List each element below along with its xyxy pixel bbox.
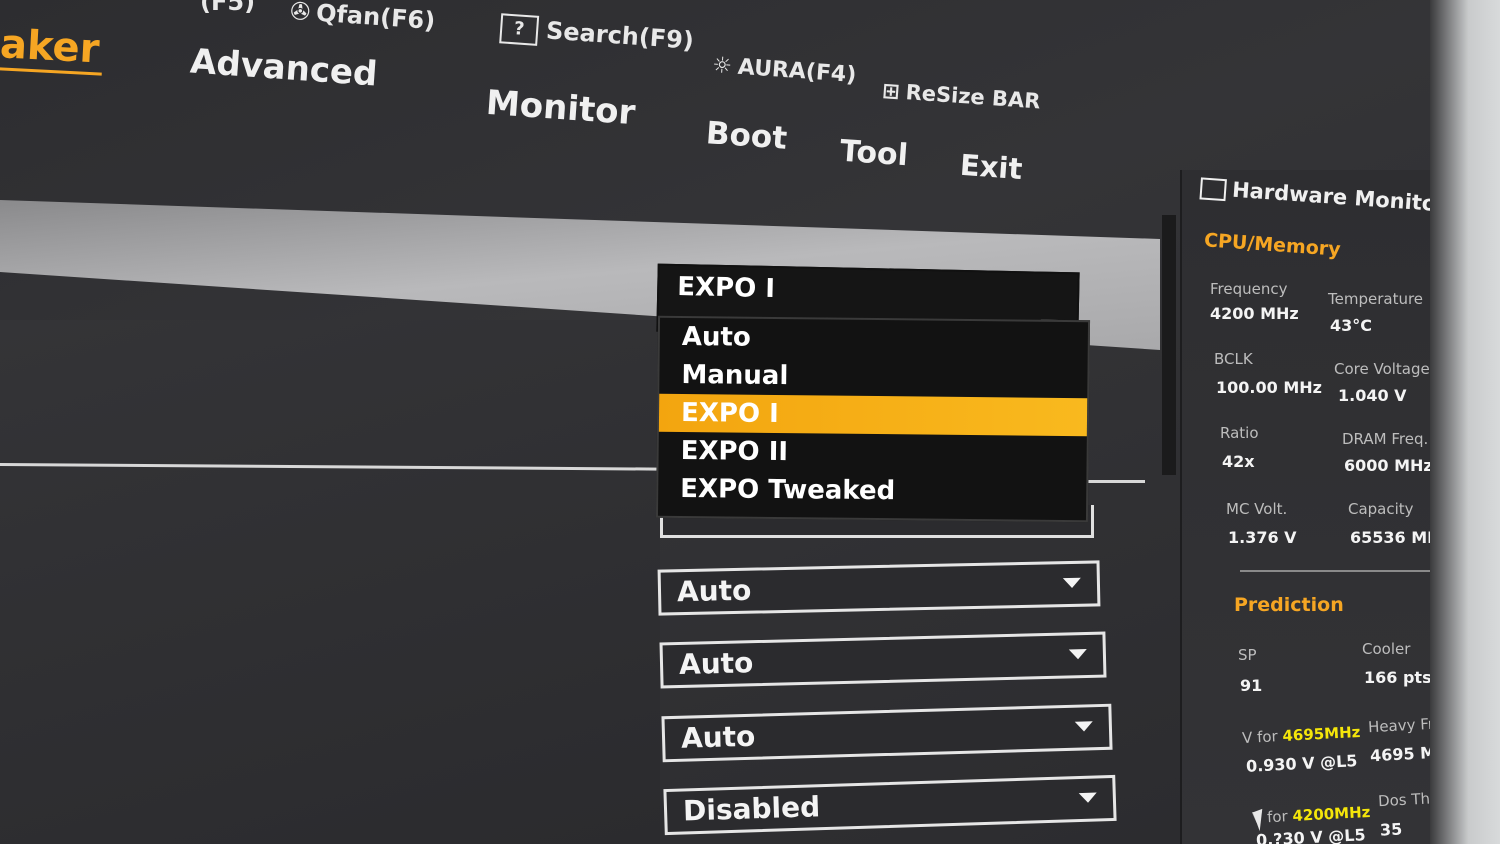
prediction-heading: Prediction xyxy=(1234,594,1344,616)
hotkey-resize-bar[interactable]: ⊞ ReSize BAR xyxy=(881,78,1041,113)
resize-bar-icon: ⊞ xyxy=(881,78,901,104)
hw-value-v-for-heavy: 0.930 V @L5 xyxy=(1245,751,1358,776)
hw-value-mc-volt: 1.376 V xyxy=(1228,528,1297,547)
memory-profile-options: Auto Manual EXPO I EXPO II EXPO Tweaked xyxy=(655,315,1091,523)
hw-divider xyxy=(1240,570,1430,572)
hw-value-frequency: 4200 MHz xyxy=(1210,304,1299,323)
tab-advanced[interactable]: Advanced xyxy=(189,42,379,95)
chevron-down-icon xyxy=(1062,577,1082,589)
chevron-down-icon xyxy=(1074,721,1094,732)
monitor-bezel xyxy=(1430,0,1500,844)
divider xyxy=(1085,480,1145,483)
aura-lights-icon: ☼ xyxy=(711,52,733,80)
hw-value-temperature: 43°C xyxy=(1330,316,1373,335)
fan-icon: ✇ xyxy=(289,0,312,27)
hotkey-qfan[interactable]: ✇ Qfan(F6) xyxy=(289,0,436,35)
help-box-icon: ? xyxy=(499,13,540,46)
brand-logo-text: aker xyxy=(0,21,105,76)
hw-label-heavy-freq: Heavy Freq xyxy=(1367,713,1430,737)
hw-label-ratio: Ratio xyxy=(1220,424,1259,442)
tab-boot[interactable]: Boot xyxy=(705,115,788,157)
option-auto[interactable]: Auto xyxy=(660,318,1088,360)
option-manual[interactable]: Manual xyxy=(659,356,1087,398)
hotkey-aura[interactable]: ☼ AURA(F4) xyxy=(711,53,857,88)
hw-value-dos-thresh: 35 xyxy=(1379,819,1403,840)
hw-value-sp: 91 xyxy=(1240,676,1263,695)
hw-value-bclk: 100.00 MHz xyxy=(1216,378,1322,397)
tab-exit[interactable]: Exit xyxy=(959,148,1024,186)
hotkey-search[interactable]: ? Search(F9) xyxy=(499,13,695,56)
hw-label-mc-volt: MC Volt. xyxy=(1226,500,1288,518)
settings-panel xyxy=(0,320,660,844)
monitor-icon xyxy=(1199,177,1227,202)
option-expo-tweaked[interactable]: EXPO Tweaked xyxy=(658,470,1086,512)
bios-screen: (F5) ✇ Qfan(F6) ? Search(F9) ☼ AURA(F4) ⊞ Re… xyxy=(0,0,1430,844)
tab-tool[interactable]: Tool xyxy=(839,134,909,174)
hw-value-ratio: 42x xyxy=(1222,452,1255,471)
cpu-memory-heading: CPU/Memory xyxy=(1203,229,1342,261)
hw-label-sp: SP xyxy=(1238,646,1257,664)
hw-value-core-voltage: 1.040 V xyxy=(1338,386,1407,405)
scrollbar-track[interactable] xyxy=(1162,215,1176,475)
chevron-down-icon xyxy=(1068,649,1088,660)
hw-label-v-for-heavy: V for 4695MHz xyxy=(1241,722,1361,748)
hardware-monitor-panel: Hardware Monitor CPU/Memory Frequency 42… xyxy=(1180,170,1430,844)
hw-label-capacity: Capacity xyxy=(1348,500,1414,518)
setting-select-1[interactable]: Auto xyxy=(657,560,1101,616)
hw-value-cooler: 166 pts xyxy=(1364,668,1430,687)
hw-value-dram-freq: 6000 MHz xyxy=(1344,456,1430,475)
hw-label-frequency: Frequency xyxy=(1210,280,1288,298)
setting-select-3[interactable]: Auto xyxy=(661,703,1113,763)
hardware-monitor-title: Hardware Monitor xyxy=(1199,175,1430,217)
option-expo-i[interactable]: EXPO I xyxy=(658,393,1088,437)
hw-label-cooler: Cooler xyxy=(1362,640,1411,658)
hw-value-capacity: 65536 MB xyxy=(1350,528,1430,547)
hw-label-dram-freq: DRAM Freq. xyxy=(1342,430,1429,448)
chevron-down-icon xyxy=(1078,792,1098,804)
hw-label-v-for-dos: V for 4200MHz xyxy=(1251,802,1371,828)
hotkey-f5[interactable]: (F5) xyxy=(200,0,255,16)
tab-monitor[interactable]: Monitor xyxy=(485,83,637,133)
hw-label-core-voltage: Core Voltage xyxy=(1334,360,1430,378)
option-expo-ii[interactable]: EXPO II xyxy=(658,432,1086,474)
hw-label-bclk: BCLK xyxy=(1214,350,1253,368)
setting-select-2[interactable]: Auto xyxy=(659,631,1107,689)
hw-value-v-for-dos: 0.?30 V @L5 xyxy=(1255,825,1367,844)
hw-label-temperature: Temperature xyxy=(1328,290,1424,308)
setting-select-4[interactable]: Disabled xyxy=(663,774,1117,836)
hw-label-dos-thresh: Dos Thresh xyxy=(1377,787,1430,811)
hw-value-heavy-freq: 4695 MHz xyxy=(1369,741,1430,766)
